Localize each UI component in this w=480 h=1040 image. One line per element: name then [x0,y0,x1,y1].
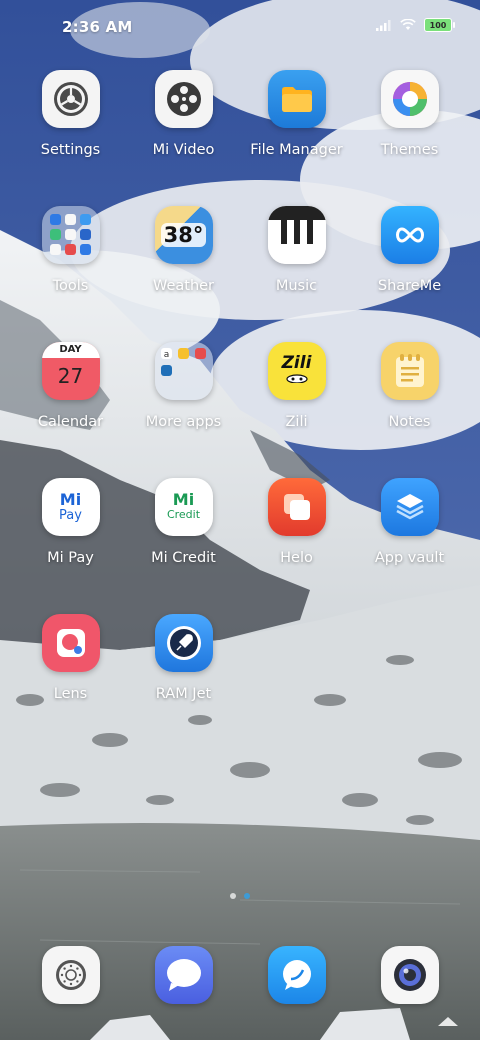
app-label: Zili [285,414,308,430]
app-label: Weather [152,278,215,294]
app-music[interactable]: Music [240,206,353,342]
mi-credit-text-bottom: Credit [166,508,201,521]
themes-icon [380,70,439,128]
app-label: ShareMe [377,278,442,294]
app-label: File Manager [250,142,343,158]
app-label: Calendar [37,414,104,430]
app-mi-credit[interactable]: Mi Credit Mi Credit [127,478,240,614]
zili-wordmark: Zili [281,353,312,373]
app-label: RAM Jet [155,686,212,702]
app-settings[interactable]: Settings [14,70,127,206]
app-app-vault[interactable]: App vault [353,478,466,614]
dock-camera[interactable] [353,946,466,1004]
app-ram-jet[interactable]: RAM Jet [127,614,240,750]
chat-bubble-icon [267,946,326,1004]
status-bar: 2:36 AM 100 [0,0,480,56]
settings-icon [41,70,100,128]
app-vault-icon [380,478,439,536]
app-label: Mi Credit [151,550,216,566]
share-infinity-icon [380,206,439,264]
app-themes[interactable]: Themes [353,70,466,206]
app-helo[interactable]: Helo [240,478,353,614]
film-reel-icon [154,70,213,128]
app-label: App vault [374,550,445,566]
mi-pay-text-bottom: Pay [59,507,82,523]
app-label: More apps [145,414,222,430]
camera-icon [380,946,439,1004]
app-weather[interactable]: 38° Weather [127,206,240,342]
app-label: Tools [52,278,89,294]
app-notes[interactable]: Notes [353,342,466,478]
app-label: Mi Pay [47,550,94,566]
app-label: Themes [380,142,439,158]
piano-keys-icon [267,206,326,264]
zili-icon: Zili [267,342,326,400]
page-indicator [0,893,480,899]
app-file-manager[interactable]: File Manager [240,70,353,206]
app-tools-folder[interactable]: Tools [14,206,127,342]
lens-icon [41,614,100,672]
mi-credit-text-top: Mi [172,490,195,509]
app-label: Music [275,278,318,294]
app-label: Settings [40,142,101,158]
app-label: Notes [388,414,431,430]
app-mi-video[interactable]: Mi Video [127,70,240,206]
more-apps-folder-icon: a [154,342,213,400]
page-dot-active[interactable] [244,893,250,899]
app-grid: Settings Mi Video File Manager Themes To… [0,70,480,750]
app-label: Helo [280,550,313,566]
wifi-icon [400,19,416,30]
svg-text:a: a [163,350,169,360]
mi-credit-icon: Mi Credit [154,478,213,536]
mi-pay-icon: Mi Pay [41,478,100,536]
dock [0,946,480,1004]
calendar-icon: DAY 27 [41,342,100,400]
app-more-apps-folder[interactable]: a More apps [127,342,240,478]
app-calendar[interactable]: DAY 27 Calendar [14,342,127,478]
camera-shutter-icon [41,946,100,1004]
weather-temperature: 38° [160,223,207,247]
app-shareme[interactable]: ShareMe [353,206,466,342]
weather-icon: 38° [154,206,213,264]
signal-icon [376,20,391,31]
calendar-date: 27 [57,364,84,388]
rocket-icon [154,614,213,672]
app-label: Lens [53,686,88,702]
notes-icon [380,342,439,400]
tools-folder-icon [41,206,100,264]
status-icons: 100 [376,18,455,32]
folder-icon [267,70,326,128]
messages-icon [154,946,213,1004]
navigation-up-arrow-icon[interactable] [438,1017,458,1026]
dock-chat[interactable] [240,946,353,1004]
battery-icon: 100 [424,18,455,32]
dock-camera-shutter[interactable] [14,946,127,1004]
app-label: Mi Video [152,142,215,158]
helo-icon [267,478,326,536]
app-mi-pay[interactable]: Mi Pay Mi Pay [14,478,127,614]
mi-pay-text-top: Mi [59,489,82,509]
dock-messages[interactable] [127,946,240,1004]
app-lens[interactable]: Lens [14,614,127,750]
page-dot[interactable] [230,893,236,899]
status-time: 2:36 AM [62,18,133,36]
app-zili[interactable]: Zili Zili [240,342,353,478]
calendar-day-label: DAY [41,342,100,358]
